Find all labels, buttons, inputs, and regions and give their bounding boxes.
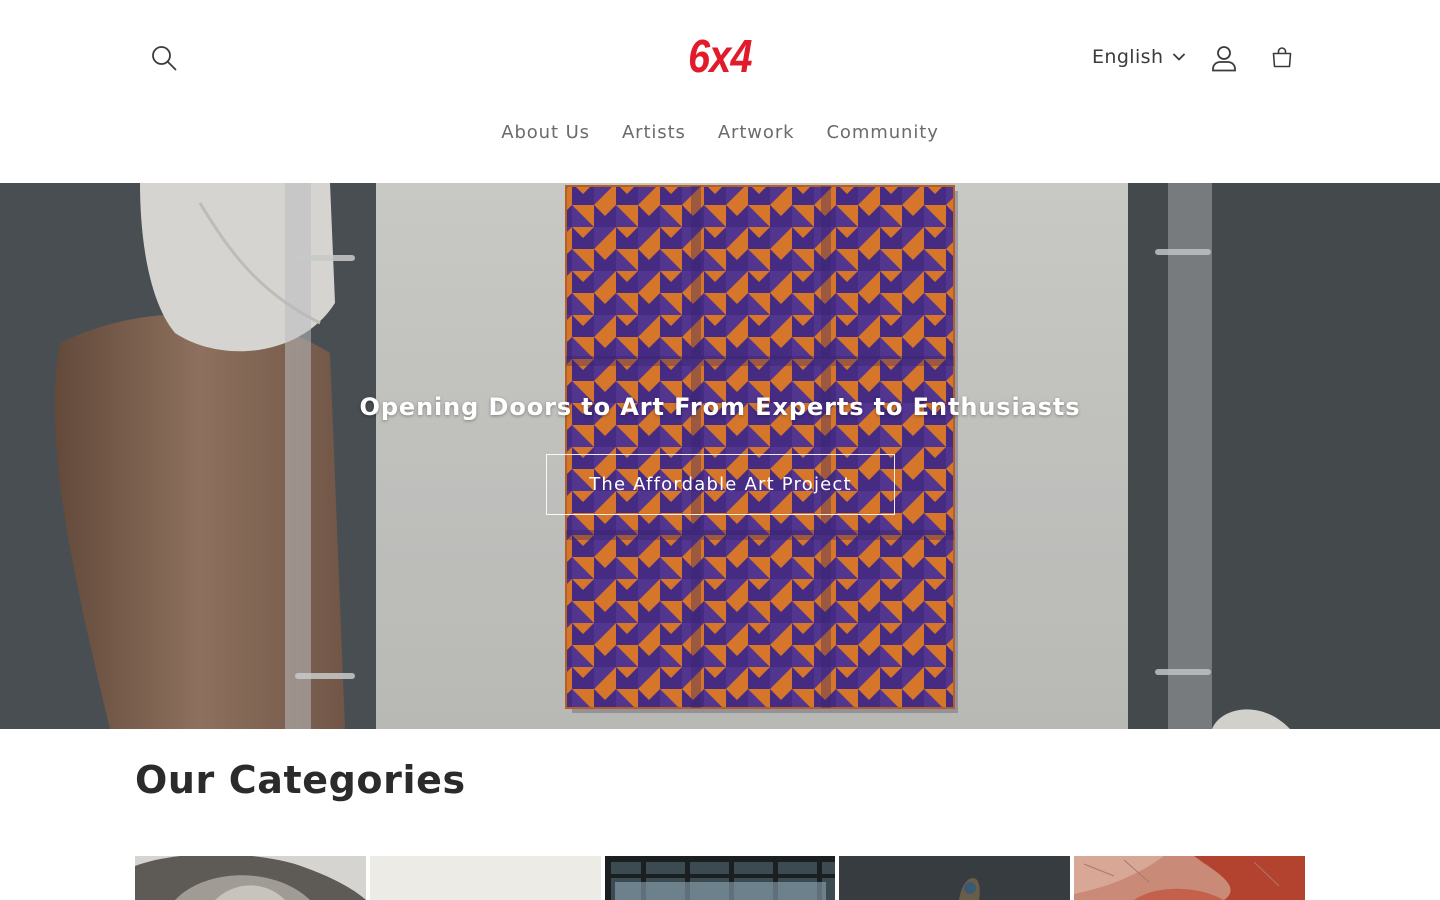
category-image: [604, 856, 836, 900]
language-selector[interactable]: English: [1086, 38, 1191, 76]
category-image: [1074, 856, 1305, 900]
account-button[interactable]: [1202, 36, 1246, 80]
category-card[interactable]: [369, 856, 601, 900]
user-icon: [1212, 46, 1236, 72]
logo-text: 6x4: [688, 30, 752, 82]
category-card[interactable]: [604, 856, 836, 900]
site-header: 6x4 English About Us Artists Artwork Com…: [0, 0, 1440, 183]
nav-item-artists[interactable]: Artists: [607, 112, 701, 158]
category-card[interactable]: [135, 856, 366, 900]
hero-banner: Opening Doors to Art From Experts to Ent…: [0, 183, 1440, 729]
category-image: [839, 856, 1071, 900]
hero-heading: Opening Doors to Art From Experts to Ent…: [359, 393, 1081, 421]
cart-icon: [1272, 47, 1292, 68]
nav-item-about-us[interactable]: About Us: [486, 112, 605, 158]
main-nav: About Us Artists Artwork Community: [0, 112, 1440, 158]
hero-cta-button[interactable]: The Affordable Art Project: [546, 454, 895, 515]
categories-title: Our Categories: [135, 758, 466, 802]
categories-grid: [135, 856, 1305, 900]
search-button[interactable]: [142, 36, 186, 80]
category-image: [135, 856, 366, 900]
chevron-down-icon: [1173, 53, 1186, 61]
search-icon: [152, 46, 177, 71]
category-card[interactable]: [839, 856, 1071, 900]
language-label: English: [1092, 46, 1164, 68]
site-logo[interactable]: 6x4: [660, 26, 780, 86]
nav-item-artwork[interactable]: Artwork: [703, 112, 810, 158]
category-card[interactable]: [1074, 856, 1305, 900]
nav-item-community[interactable]: Community: [811, 112, 953, 158]
cart-button[interactable]: [1260, 36, 1304, 80]
category-image: [369, 856, 601, 900]
